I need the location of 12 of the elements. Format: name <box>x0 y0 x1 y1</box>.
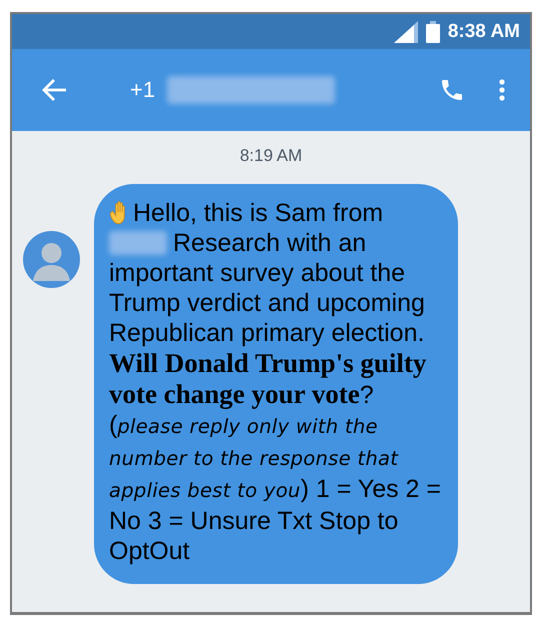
battery-icon <box>426 20 440 42</box>
redacted-blur <box>109 231 167 255</box>
contact-number: +1 <box>130 77 156 103</box>
message-text: important survey about the Trump verdict and upcoming Republican primary election. Will Donald Trump's guilty vote change your vote? (please reply only with the number to the response that applies best to you) 1 = Yes 2 = No 3 = Unsure Txt Stop to OptOut <box>109 258 442 566</box>
message-timestamp: 8:19 AM <box>240 146 302 166</box>
clock-time: 8:38 AM <box>448 20 520 42</box>
message-greeting: Hello, this is Sam from <box>133 198 384 228</box>
back-arrow-icon <box>42 78 68 102</box>
message-line: Research with an <box>173 228 366 258</box>
signal-icon <box>394 20 418 42</box>
phone-icon <box>442 80 462 100</box>
more-icon <box>498 78 506 102</box>
